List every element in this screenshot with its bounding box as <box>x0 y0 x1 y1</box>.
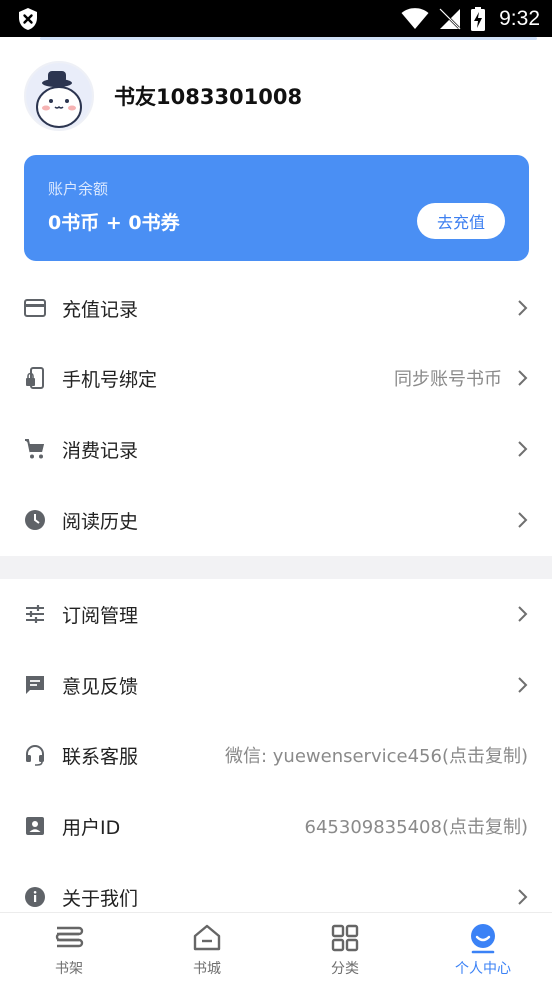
profile-center-icon <box>471 924 495 954</box>
balance-value: 0书币 + 0书券 <box>48 212 180 234</box>
cart-icon <box>24 438 46 460</box>
menu-item-consume-history[interactable]: 消费记录 <box>0 414 552 484</box>
avatar-mascot-icon <box>26 63 92 129</box>
section-divider <box>0 556 552 579</box>
balance-label: 账户余额 <box>48 180 109 198</box>
wifi-icon <box>401 7 429 29</box>
nav-tab-category[interactable]: 分类 <box>276 913 414 983</box>
battery-charging-icon <box>471 6 486 31</box>
top-progress-line <box>40 37 537 40</box>
nav-label: 个人中心 <box>455 961 511 977</box>
menu-label: 联系客服 <box>62 745 139 768</box>
clock-icon <box>24 509 46 531</box>
id-badge-icon <box>24 815 46 837</box>
menu-label: 充值记录 <box>62 298 139 321</box>
menu-value: 同步账号书币 <box>394 369 502 390</box>
nav-tab-bookstore[interactable]: 书城 <box>138 913 276 983</box>
bookshelf-icon <box>55 926 84 948</box>
nav-label: 分类 <box>331 961 359 977</box>
chevron-right-icon <box>518 441 528 457</box>
profile-header[interactable]: 书友1083301008 <box>24 60 302 132</box>
nav-tab-bookshelf[interactable]: 书架 <box>0 913 138 983</box>
headset-icon <box>24 744 46 766</box>
menu-label: 关于我们 <box>62 887 139 910</box>
menu-value[interactable]: 微信: yuewenservice456(点击复制) <box>225 742 528 768</box>
menu-label: 消费记录 <box>62 439 139 462</box>
menu-item-reading-history[interactable]: 阅读历史 <box>0 485 552 555</box>
chevron-right-icon <box>518 889 528 905</box>
phone-lock-icon <box>24 367 46 389</box>
menu-label: 手机号绑定 <box>62 368 158 391</box>
username: 书友1083301008 <box>114 85 303 109</box>
menu-label: 用户ID <box>62 816 121 839</box>
menu-item-phone-binding[interactable]: 手机号绑定 同步账号书币 <box>0 343 552 413</box>
bottom-navigation: 书架 书城 分类 个人中心 <box>0 912 552 983</box>
no-signal-icon <box>439 8 461 29</box>
balance-card: 账户余额 0书币 + 0书券 去充值 <box>24 155 529 261</box>
category-grid-icon <box>331 924 359 952</box>
info-icon <box>24 886 46 908</box>
menu-item-feedback[interactable]: 意见反馈 <box>0 650 552 720</box>
nav-tab-profile-center[interactable]: 个人中心 <box>414 913 552 983</box>
nav-label: 书城 <box>193 961 221 977</box>
chevron-right-icon <box>518 512 528 528</box>
menu-value[interactable]: 645309835408(点击复制) <box>305 813 528 839</box>
menu-item-user-id[interactable]: 用户ID 645309835408(点击复制) <box>0 791 552 861</box>
shield-x-icon <box>19 8 37 30</box>
menu-item-recharge-history[interactable]: 充值记录 <box>0 273 552 343</box>
recharge-button[interactable]: 去充值 <box>417 203 505 239</box>
menu-label: 订阅管理 <box>62 604 139 627</box>
feedback-icon <box>24 674 46 696</box>
chevron-right-icon <box>518 300 528 316</box>
menu-label: 意见反馈 <box>62 675 139 698</box>
menu-item-customer-service[interactable]: 联系客服 微信: yuewenservice456(点击复制) <box>0 720 552 790</box>
status-time: 9:32 <box>499 6 540 30</box>
bookstore-icon <box>193 924 221 951</box>
sliders-icon <box>24 603 46 625</box>
nav-label: 书架 <box>55 961 83 977</box>
menu-label: 阅读历史 <box>62 510 139 533</box>
chevron-right-icon <box>518 606 528 622</box>
menu-item-subscription[interactable]: 订阅管理 <box>0 579 552 649</box>
status-bar: 9:32 <box>0 0 552 37</box>
avatar[interactable] <box>24 61 94 131</box>
chevron-right-icon <box>518 370 528 386</box>
credit-card-icon <box>24 297 46 319</box>
chevron-right-icon <box>518 677 528 693</box>
